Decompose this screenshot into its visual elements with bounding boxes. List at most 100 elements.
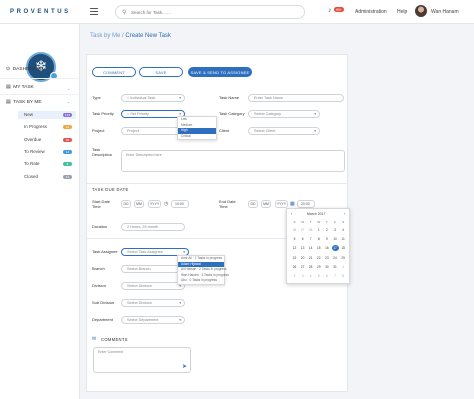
calendar-day[interactable]: 12	[291, 245, 298, 251]
calendar-day[interactable]: 21	[307, 255, 314, 261]
sidebar-item-overdue[interactable]: Overdue	[24, 137, 41, 142]
sidebar-item-to-review[interactable]: To Review	[24, 149, 45, 154]
calendar-day[interactable]: 26	[291, 227, 298, 233]
client-select[interactable]: Select Client ▾	[248, 127, 320, 135]
app-logo[interactable]: PROVENTUS	[10, 9, 71, 15]
calendar-day[interactable]: 2	[291, 273, 298, 279]
sidebar-item-task-by-me[interactable]: ▤ TASK BY ME	[6, 100, 42, 105]
project-select[interactable]: Project▾	[121, 127, 185, 135]
chevron-down-icon[interactable]: ⌄	[67, 86, 70, 91]
previous-month-icon[interactable]: ‹	[291, 212, 292, 216]
start-year-input[interactable]: YYYY	[148, 200, 161, 208]
save-send-button[interactable]: SAVE & SEND TO ASSIGNEE	[188, 67, 252, 77]
calendar-day[interactable]: 2	[323, 227, 330, 233]
calendar-day[interactable]: 3	[299, 273, 306, 279]
calendar-day[interactable]: 3	[332, 227, 339, 233]
task-assignee-label: Task Assignee	[92, 249, 118, 254]
send-icon[interactable]: ➤	[182, 363, 187, 370]
calendar-day[interactable]: 31	[332, 264, 339, 270]
department-select[interactable]: Select Department ▾	[121, 316, 185, 324]
calendar-day[interactable]: 8	[315, 236, 322, 242]
breadcrumb-parent[interactable]: Task by Me	[90, 33, 120, 39]
calendar-day[interactable]: 11	[340, 236, 347, 242]
calendar-day[interactable]: 1	[315, 227, 322, 233]
calendar-day[interactable]: 24	[332, 255, 339, 261]
end-time-select[interactable]: 20:00	[297, 200, 315, 208]
calendar-day[interactable]: 5	[315, 273, 322, 279]
calendar-day[interactable]: 27	[299, 227, 306, 233]
calendar-day[interactable]: 7	[307, 236, 314, 242]
next-month-icon[interactable]: ›	[344, 212, 345, 216]
calendar-day[interactable]: 23	[323, 255, 330, 261]
calendar-day[interactable]: 4	[307, 273, 314, 279]
administration-link[interactable]: Administration	[355, 9, 387, 15]
task-category-select[interactable]: Select Category ▾	[248, 110, 320, 118]
task-description-input[interactable]: Enter Description here	[121, 150, 345, 172]
search-bar[interactable]: ⚲	[115, 5, 305, 19]
sidebar-item-new[interactable]: New	[24, 112, 33, 117]
priority-option[interactable]: Critical	[178, 134, 216, 140]
start-month-input[interactable]: MM	[134, 200, 144, 208]
calendar-day[interactable]: 29	[315, 264, 322, 270]
calendar-day[interactable]: 20	[299, 255, 306, 261]
sidebar-item-to-rate[interactable]: To Rate	[24, 161, 40, 166]
comment-input[interactable]: Enter Comment	[93, 347, 191, 373]
user-name[interactable]: Wan Hanam	[431, 9, 459, 15]
help-link[interactable]: Help	[397, 9, 407, 15]
task-name-input[interactable]: Enter Task Name	[248, 94, 344, 102]
calendar-day[interactable]: 5	[291, 236, 298, 242]
comment-button[interactable]: COMMENT	[92, 67, 136, 77]
calendar-day[interactable]: 4	[340, 227, 347, 233]
task-priority-select[interactable]: ○ Set Priority ▾	[121, 110, 185, 118]
sidebar-item-closed[interactable]: Closed	[24, 174, 38, 179]
calendar-day[interactable]: 13	[299, 245, 306, 251]
calendar-day[interactable]: 9	[323, 236, 330, 242]
sub-division-select[interactable]: Select Division ▾	[121, 299, 185, 307]
sidebar: ❄ ⊙ DASHBOARD ▤ MY TASK ⌄ ▤ TASK BY ME ⌃…	[0, 24, 80, 399]
type-select[interactable]: ○ Individual Task ▾	[121, 94, 185, 102]
calendar-day[interactable]: 18	[340, 245, 347, 251]
sidebar-item-my-task[interactable]: ▤ MY TASK	[6, 85, 34, 90]
bell-icon[interactable]: ♪	[328, 7, 332, 14]
calendar-day[interactable]: 27	[299, 264, 306, 270]
type-radio-icon: ○	[127, 96, 130, 100]
sidebar-item-dashboard[interactable]: ⊙ DASHBOARD	[6, 67, 43, 72]
calendar-day[interactable]: 19	[291, 255, 298, 261]
calendar-day[interactable]: 16	[323, 245, 330, 251]
chevron-up-icon[interactable]: ⌃	[67, 101, 70, 106]
menu-icon[interactable]	[90, 8, 98, 15]
calendar-day[interactable]: 6	[323, 273, 330, 279]
calendar-icon[interactable]: ▦	[290, 201, 295, 207]
due-date-section-title: TASK DUE DATE	[92, 187, 129, 192]
calendar-day[interactable]: 10	[332, 236, 339, 242]
task-icon: ▤	[6, 100, 11, 105]
start-time-select[interactable]: 10:00	[171, 200, 189, 208]
count-badge: 32	[63, 138, 72, 142]
start-day-input[interactable]: DD	[121, 200, 131, 208]
division-select[interactable]: Select Division ▾	[121, 282, 185, 290]
search-input[interactable]	[131, 8, 291, 17]
calendar-day[interactable]: 22	[315, 255, 322, 261]
duration-input[interactable]: 2 Hours, 25 month	[121, 223, 185, 231]
calendar-day[interactable]: 28	[307, 227, 314, 233]
calendar-day[interactable]: 8	[340, 273, 347, 279]
avatar[interactable]	[415, 5, 427, 17]
end-day-input[interactable]: DD	[248, 200, 258, 208]
calendar-day[interactable]: 25	[340, 255, 347, 261]
calendar-day[interactable]: 14	[307, 245, 314, 251]
calendar-day[interactable]: 6	[299, 236, 306, 242]
calendar-day[interactable]: 26	[291, 264, 298, 270]
calendar-day[interactable]: 15	[315, 245, 322, 251]
calendar-day[interactable]: 28	[307, 264, 314, 270]
assignee-option[interactable]: Abu · 0 Tasks in progress	[178, 278, 224, 284]
branch-select[interactable]: Select Branch▾	[121, 265, 185, 273]
calendar-day[interactable]: 17	[331, 245, 339, 252]
end-month-input[interactable]: MM	[261, 200, 271, 208]
branch-label: Branch	[92, 266, 105, 271]
calendar-day[interactable]: 7	[332, 273, 339, 279]
end-year-input[interactable]: YYYY	[275, 200, 288, 208]
sidebar-item-in-progress[interactable]: In Progress	[24, 124, 47, 129]
calendar-day[interactable]: 30	[323, 264, 330, 270]
save-button[interactable]: SAVE	[139, 67, 183, 77]
calendar-day[interactable]: 1	[340, 264, 347, 270]
